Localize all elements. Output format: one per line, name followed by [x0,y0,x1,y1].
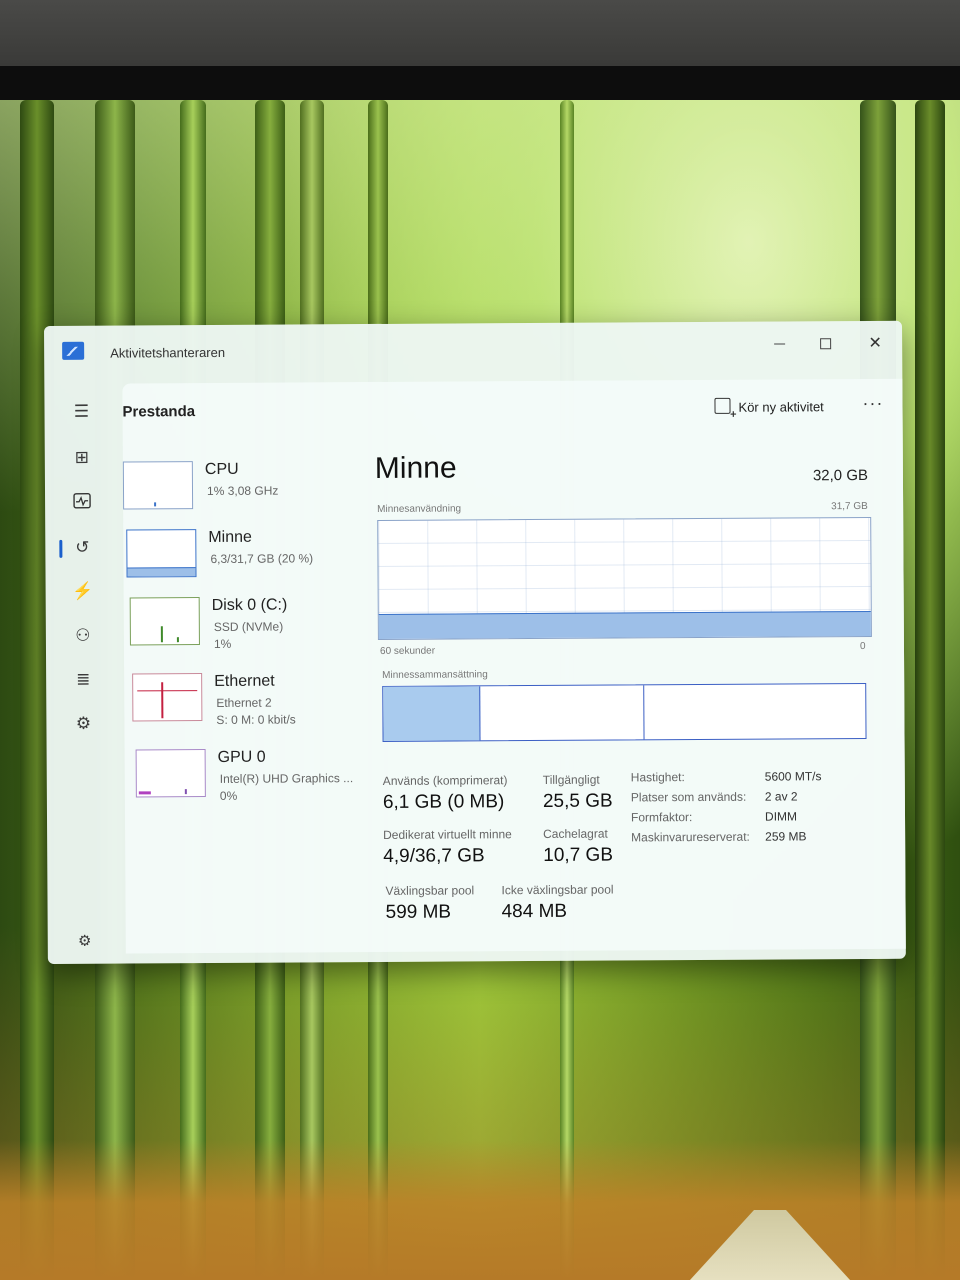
resource-cpu[interactable]: CPU 1% 3,08 GHz [122,460,373,522]
paged-pool-label: Växlingsbar pool [385,883,475,898]
maximize-icon [819,338,831,350]
nonpaged-pool-label: Icke växlingsbar pool [501,882,614,898]
page-title: Prestanda [122,403,196,421]
close-button[interactable]: ✕ [852,327,898,361]
composition-in-use [383,686,481,741]
details-icon[interactable]: ≣ [70,668,96,692]
resource-sub: 6,3/31,7 GB (20 %) [210,551,314,566]
memory-heading: Minne [374,451,457,485]
used-label: Används (komprimerat) [382,773,508,788]
resource-sub: Ethernet 2 [216,695,272,710]
services-icon[interactable]: ⚙ [70,712,96,736]
resource-sub2: 1% [213,636,232,651]
resource-disk[interactable]: Disk 0 (C:) SSD (NVMe) 1% [129,596,380,658]
monitor-bezel [0,0,960,66]
resource-name: Minne [208,528,252,547]
resource-sub: Intel(R) UHD Graphics ... [219,771,354,786]
speed-value: 5600 MT/s [764,769,822,784]
hardware-reserved-value: 259 MB [765,829,807,844]
paged-pool-value: 599 MB [385,901,452,923]
performance-content: Prestanda Kör ny aktivitet ··· CPU 1% 3,… [122,378,906,954]
committed-value: 4,9/36,7 GB [383,845,485,867]
run-new-task-button[interactable]: Kör ny aktivitet [714,397,824,415]
window-title: Aktivitetshanteraren [110,344,226,361]
time-axis-label: 60 sekunder [379,645,436,657]
navigation-sidebar: ☰ ⊞ ↺ ⚡ ⚇ ≣ ⚙ ⚙ [44,374,126,964]
gpu-thumbnail-graph [135,749,206,798]
task-manager-app-icon [62,341,85,360]
minimize-icon [773,343,785,345]
history-icon[interactable]: ↺ [69,536,95,560]
memory-composition-bar [382,682,867,742]
resource-sub2: S: 0 M: 0 kbit/s [216,712,296,727]
resource-name: GPU 0 [217,748,266,766]
startup-icon[interactable]: ⚡ [70,580,96,604]
close-icon: ✕ [868,334,882,352]
memory-composition-label: Minnessammansättning [382,669,488,681]
resource-sub2: 0% [219,788,238,803]
slots-value: 2 av 2 [764,789,798,804]
hardware-reserved-label: Maskinvarureserverat: [631,829,750,845]
monitor-bezel-edge [0,66,960,102]
cached-value: 10,7 GB [543,844,614,866]
nonpaged-pool-value: 484 MB [501,900,568,923]
memory-usage-graph [377,516,872,640]
settings-icon[interactable]: ⚙ [72,930,98,954]
resource-ethernet[interactable]: Ethernet Ethernet 2 S: 0 M: 0 kbit/s [132,672,382,734]
memory-total: 32,0 GB [812,466,869,485]
cpu-thumbnail-graph [122,461,194,510]
memory-usage-fill [378,611,871,639]
form-factor-value: DIMM [764,809,798,824]
form-factor-label: Formfaktor: [630,810,693,825]
active-indicator [59,539,63,558]
available-label: Tillgängligt [542,772,600,787]
memory-usage-max: 31,7 GB [831,500,868,513]
run-new-task-label: Kör ny aktivitet [738,399,824,415]
composition-standby [479,685,645,741]
speed-label: Hastighet: [630,770,685,785]
hamburger-icon[interactable]: ☰ [68,400,94,424]
task-manager-window: Aktivitetshanteraren ✕ ☰ ⊞ ↺ ⚡ ⚇ ≣ ⚙ ⚙ P… [44,320,906,964]
maximize-button[interactable] [802,327,848,361]
slots-label: Platser som används: [630,789,747,805]
resource-name: CPU [204,460,239,479]
title-bar: Aktivitetshanteraren ✕ [44,321,902,374]
processes-icon[interactable]: ⊞ [69,446,95,470]
resource-name: Ethernet [214,672,275,690]
composition-free [643,684,865,739]
disk-thumbnail-graph [129,597,200,646]
run-task-icon [714,397,731,414]
committed-label: Dedikerat virtuellt minne [383,827,512,842]
memory-usage-label: Minnesanvändning [377,503,462,515]
resource-gpu[interactable]: GPU 0 Intel(R) UHD Graphics ... 0% [135,748,386,810]
resource-sub: SSD (NVMe) [213,619,284,634]
ethernet-thumbnail-graph [132,673,203,722]
more-options-button[interactable]: ··· [862,393,883,414]
resource-memory[interactable]: Minne 6,3/31,7 GB (20 %) [126,528,376,590]
minimize-button[interactable] [756,327,802,361]
resource-sub: 1% 3,08 GHz [206,483,279,499]
available-value: 25,5 GB [542,790,613,812]
used-value: 6,1 GB (0 MB) [382,791,505,813]
memory-thumbnail-graph [126,529,197,578]
time-axis-end: 0 [859,640,866,653]
resource-name: Disk 0 (C:) [211,596,288,614]
performance-icon[interactable] [69,492,95,516]
cached-label: Cachelagrat [543,826,608,841]
users-icon[interactable]: ⚇ [70,624,96,648]
